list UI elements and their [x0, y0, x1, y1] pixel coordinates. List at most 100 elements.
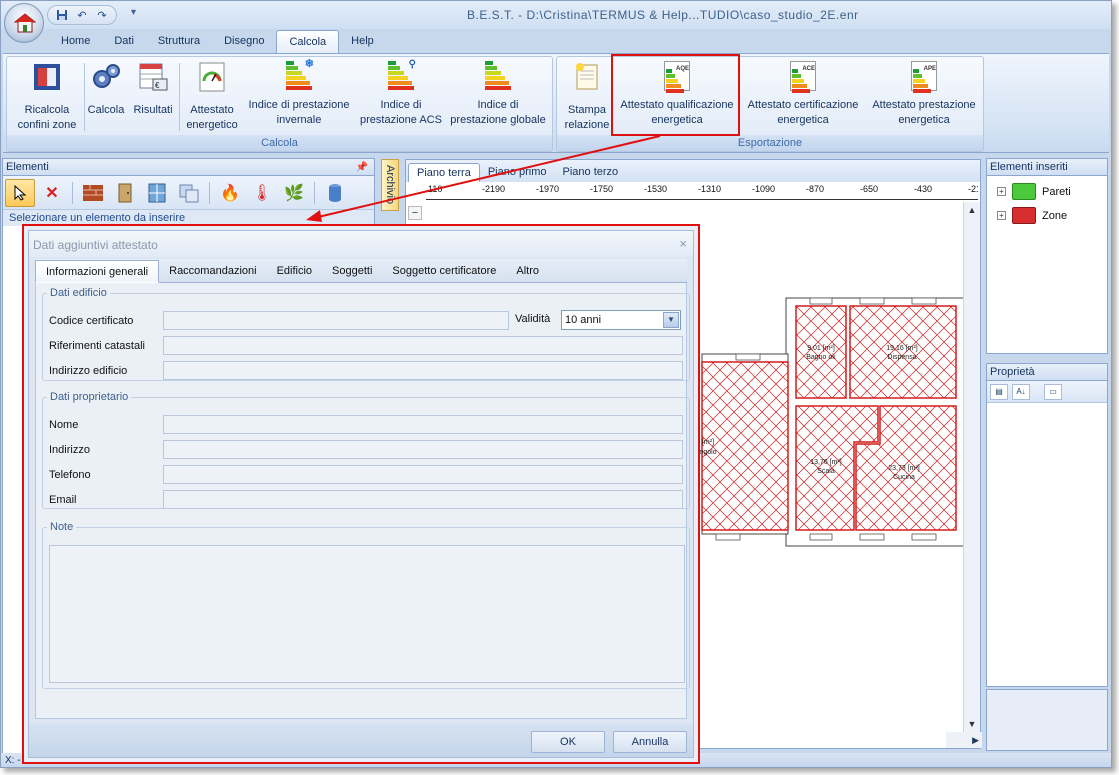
- stampa-relazione-button[interactable]: Stampa relazione: [561, 61, 613, 133]
- indirizzo-input[interactable]: [163, 440, 683, 459]
- indice-globale-button[interactable]: Indice di prestazione globale: [445, 61, 551, 128]
- note-group: Note: [42, 521, 690, 689]
- ruler-tick-label: -210: [968, 184, 978, 194]
- close-icon[interactable]: ×: [679, 236, 687, 251]
- zoom-out-button[interactable]: −: [408, 206, 422, 220]
- calcola-label: Calcola: [87, 104, 125, 116]
- tab-calcola[interactable]: Calcola: [276, 30, 340, 53]
- dialog-footer: OK Annulla: [29, 723, 693, 757]
- attestato-prestazione-button[interactable]: APE Attestato prestazione energetica: [867, 61, 981, 128]
- customize-qat-button[interactable]: ▾: [131, 7, 136, 18]
- gauge-icon: [199, 62, 225, 92]
- tab-dati[interactable]: Dati: [102, 30, 146, 53]
- attestato-energetico-button[interactable]: Attestato energetico: [181, 61, 243, 133]
- ok-button[interactable]: OK: [531, 731, 605, 753]
- tab-edificio[interactable]: Edificio: [267, 259, 322, 283]
- archivio-tab[interactable]: Archivio: [381, 159, 399, 211]
- ricalcola-confini-zone-button[interactable]: Ricalcola confini zone: [11, 61, 83, 133]
- properties-panel: Proprietà ▤ A↓ ▭: [986, 363, 1108, 687]
- tab-raccomandazioni[interactable]: Raccomandazioni: [159, 259, 266, 283]
- ace-label: Attestato certificazione energetica: [747, 99, 859, 126]
- expand-icon[interactable]: +: [997, 187, 1006, 196]
- vertical-scrollbar[interactable]: ▲ ▼: [963, 202, 980, 732]
- window-icon[interactable]: [142, 179, 172, 207]
- note-legend: Note: [50, 521, 74, 533]
- ruler-tick-label: -870: [806, 184, 825, 194]
- tab-help[interactable]: Help: [339, 30, 386, 53]
- room-dispensa: [849, 305, 957, 399]
- tab-soggetto-certificatore[interactable]: Soggetto certificatore: [382, 259, 506, 283]
- ruler-tick-label: 110: [428, 184, 443, 194]
- gears-icon: [93, 64, 120, 88]
- dialog-body: Dati edificio Codice certificato Validit…: [35, 283, 690, 719]
- stampa-label: Stampa relazione: [564, 104, 610, 131]
- scroll-down-icon[interactable]: ▼: [964, 716, 980, 732]
- risultati-label: Risultati: [133, 104, 173, 116]
- chevron-down-icon[interactable]: ▼: [663, 312, 679, 328]
- sort-az-icon[interactable]: A↓: [1012, 383, 1030, 400]
- indice-invernale-button[interactable]: ❄ Indice di prestazione invernale: [243, 58, 355, 128]
- attestato-certificazione-button[interactable]: ACE Attestato certificazione energetica: [741, 61, 865, 128]
- tree-item-pareti[interactable]: + Pareti: [997, 183, 1071, 200]
- tab-piano-terzo[interactable]: Piano terzo: [555, 163, 627, 182]
- folder-icon: [1012, 207, 1036, 224]
- tree-item-zone[interactable]: + Zone: [997, 207, 1067, 224]
- note-textarea[interactable]: [49, 545, 685, 683]
- dati-edificio-legend: Dati edificio: [50, 287, 107, 299]
- risultati-button[interactable]: € Risultati: [129, 61, 177, 118]
- tab-soggetti[interactable]: Soggetti: [322, 259, 382, 283]
- delete-icon[interactable]: ✕: [37, 179, 67, 207]
- undo-icon[interactable]: ↶: [74, 7, 90, 23]
- tab-piano-primo[interactable]: Piano primo: [480, 163, 555, 182]
- ace-label-icon: ACE: [790, 61, 816, 93]
- email-input[interactable]: [163, 490, 683, 509]
- door-icon[interactable]: [110, 179, 140, 207]
- indirizzo-edificio-input[interactable]: [163, 361, 683, 380]
- horizontal-scrollbar[interactable]: ▶: [946, 732, 982, 748]
- tab-informazioni-generali[interactable]: Informazioni generali: [35, 260, 160, 283]
- indirizzo-row: Indirizzo: [49, 440, 683, 459]
- property-pages-icon[interactable]: ▭: [1044, 383, 1062, 400]
- wall-icon[interactable]: [78, 179, 108, 207]
- riferimenti-catastali-input[interactable]: [163, 336, 683, 355]
- nome-input[interactable]: [163, 415, 683, 434]
- room-area-label: 9,01 [m²]: [807, 345, 835, 352]
- nome-row: Nome: [49, 415, 683, 434]
- tab-home[interactable]: Home: [49, 30, 102, 53]
- annulla-button[interactable]: Annulla: [613, 731, 687, 753]
- scroll-right-icon[interactable]: ▶: [972, 732, 979, 748]
- attestato-label: Attestato energetico: [186, 104, 238, 131]
- validita-select[interactable]: 10 anni ▼: [561, 310, 681, 330]
- scroll-up-icon[interactable]: ▲: [964, 202, 980, 218]
- leaf-icon[interactable]: 🌿: [279, 179, 309, 207]
- tab-piano-terra[interactable]: Piano terra: [408, 163, 480, 182]
- indice-acs-button[interactable]: ⚲ Indice di prestazione ACS: [357, 59, 445, 128]
- telefono-input[interactable]: [163, 465, 683, 484]
- energy-label-water-icon: ⚲: [388, 59, 416, 91]
- tab-altro[interactable]: Altro: [506, 259, 549, 283]
- add-zone-icon[interactable]: [174, 179, 204, 207]
- redo-icon[interactable]: ↷: [94, 7, 110, 23]
- application-menu-button[interactable]: [4, 3, 44, 43]
- properties-toolbar: ▤ A↓ ▭: [987, 381, 1107, 403]
- flame-icon[interactable]: 🔥: [215, 179, 245, 207]
- expand-icon[interactable]: +: [997, 211, 1006, 220]
- categorized-icon[interactable]: ▤: [990, 383, 1008, 400]
- codice-row: Codice certificato: [49, 311, 509, 330]
- group-label-esportazione: Esportazione: [557, 135, 983, 151]
- tab-disegno[interactable]: Disegno: [212, 30, 276, 53]
- validita-value: 10 anni: [565, 314, 602, 326]
- ribbon: Ricalcola confini zone Calcola € Risulta…: [3, 53, 1109, 153]
- calcola-button[interactable]: Calcola: [85, 61, 127, 118]
- tab-struttura[interactable]: Struttura: [146, 30, 212, 53]
- pointer-icon[interactable]: [5, 178, 35, 207]
- divider: [72, 181, 73, 204]
- database-icon[interactable]: [320, 179, 350, 207]
- codice-certificato-input[interactable]: [163, 311, 509, 330]
- title-bar: B.E.S.T. - D:\Cristina\TERMUS & Help...T…: [1, 1, 1111, 29]
- save-icon[interactable]: [54, 7, 70, 23]
- energy-label-global-icon: [485, 61, 511, 91]
- thermometer-icon[interactable]: 🌡: [247, 179, 277, 207]
- email-label: Email: [49, 493, 77, 506]
- pin-icon[interactable]: 📌: [356, 159, 368, 176]
